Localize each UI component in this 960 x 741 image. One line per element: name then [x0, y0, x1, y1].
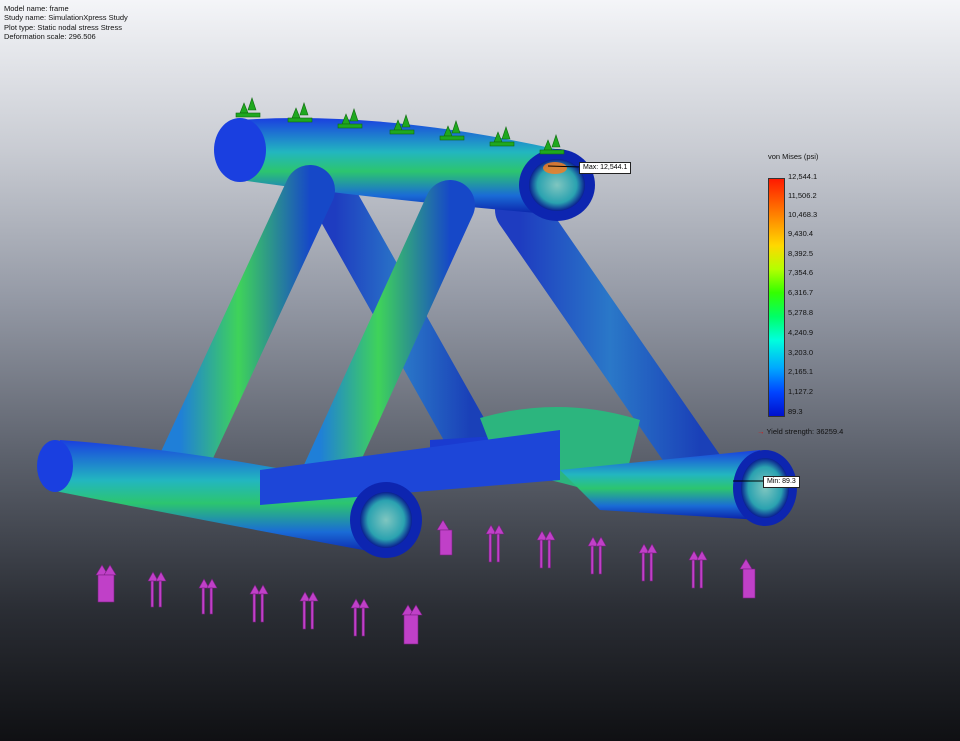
load-arrow-icon [198, 578, 218, 615]
stress-plot-viewport[interactable] [0, 0, 960, 741]
legend-tick: 4,240.9 [788, 328, 814, 337]
min-stress-callout[interactable]: Min: 89.3 [763, 476, 800, 488]
load-arrow-icon [638, 543, 658, 582]
legend-tick: 11,506.2 [788, 191, 817, 200]
load-arrow-icon [95, 564, 117, 603]
load-arrows [95, 519, 756, 645]
legend-tick: 6,316.7 [788, 288, 814, 297]
max-stress-callout[interactable]: Max: 12,544.1 [579, 162, 632, 174]
load-arrow-icon [536, 530, 556, 569]
fixture-icon [235, 97, 261, 118]
fixture-icon [337, 108, 363, 129]
load-arrow-icon [436, 519, 453, 556]
load-arrow-icon [350, 598, 370, 637]
fixture-icon [489, 126, 515, 147]
stress-color-scale [768, 178, 785, 417]
fixture-icon [539, 134, 565, 155]
load-arrow-icon [147, 571, 167, 608]
legend-tick: 7,354.6 [788, 268, 814, 277]
legend-tick: 10,468.3 [788, 210, 818, 219]
load-arrow-icon [688, 550, 708, 589]
yield-arrow-icon: → [757, 427, 765, 436]
load-arrow-icon [299, 591, 319, 630]
front-bottom-rail [37, 430, 560, 558]
load-arrow-icon [485, 524, 505, 563]
load-arrow-icon [739, 558, 756, 599]
legend-tick: 5,278.8 [788, 308, 814, 317]
load-arrow-icon [401, 604, 423, 645]
legend-tick: 12,544.1 [788, 172, 818, 181]
legend-tick: 3,203.0 [788, 348, 814, 357]
yield-strength-text: Yield strength: 36259.4 [766, 427, 844, 436]
fixture-icon [287, 102, 313, 123]
front-diagonal-legs [155, 165, 475, 515]
legend-tick: 1,127.2 [788, 387, 814, 396]
legend-tick: 8,392.5 [788, 249, 814, 258]
legend-tick: 89.3 [788, 407, 803, 416]
legend-tick: 9,430.4 [788, 229, 814, 238]
load-arrow-icon [249, 584, 269, 623]
load-arrow-icon [587, 536, 607, 575]
legend-tick: 2,165.1 [788, 367, 814, 376]
yield-strength-marker: → Yield strength: 36259.4 [757, 427, 843, 436]
legend-title: von Mises (psi) [768, 152, 819, 161]
